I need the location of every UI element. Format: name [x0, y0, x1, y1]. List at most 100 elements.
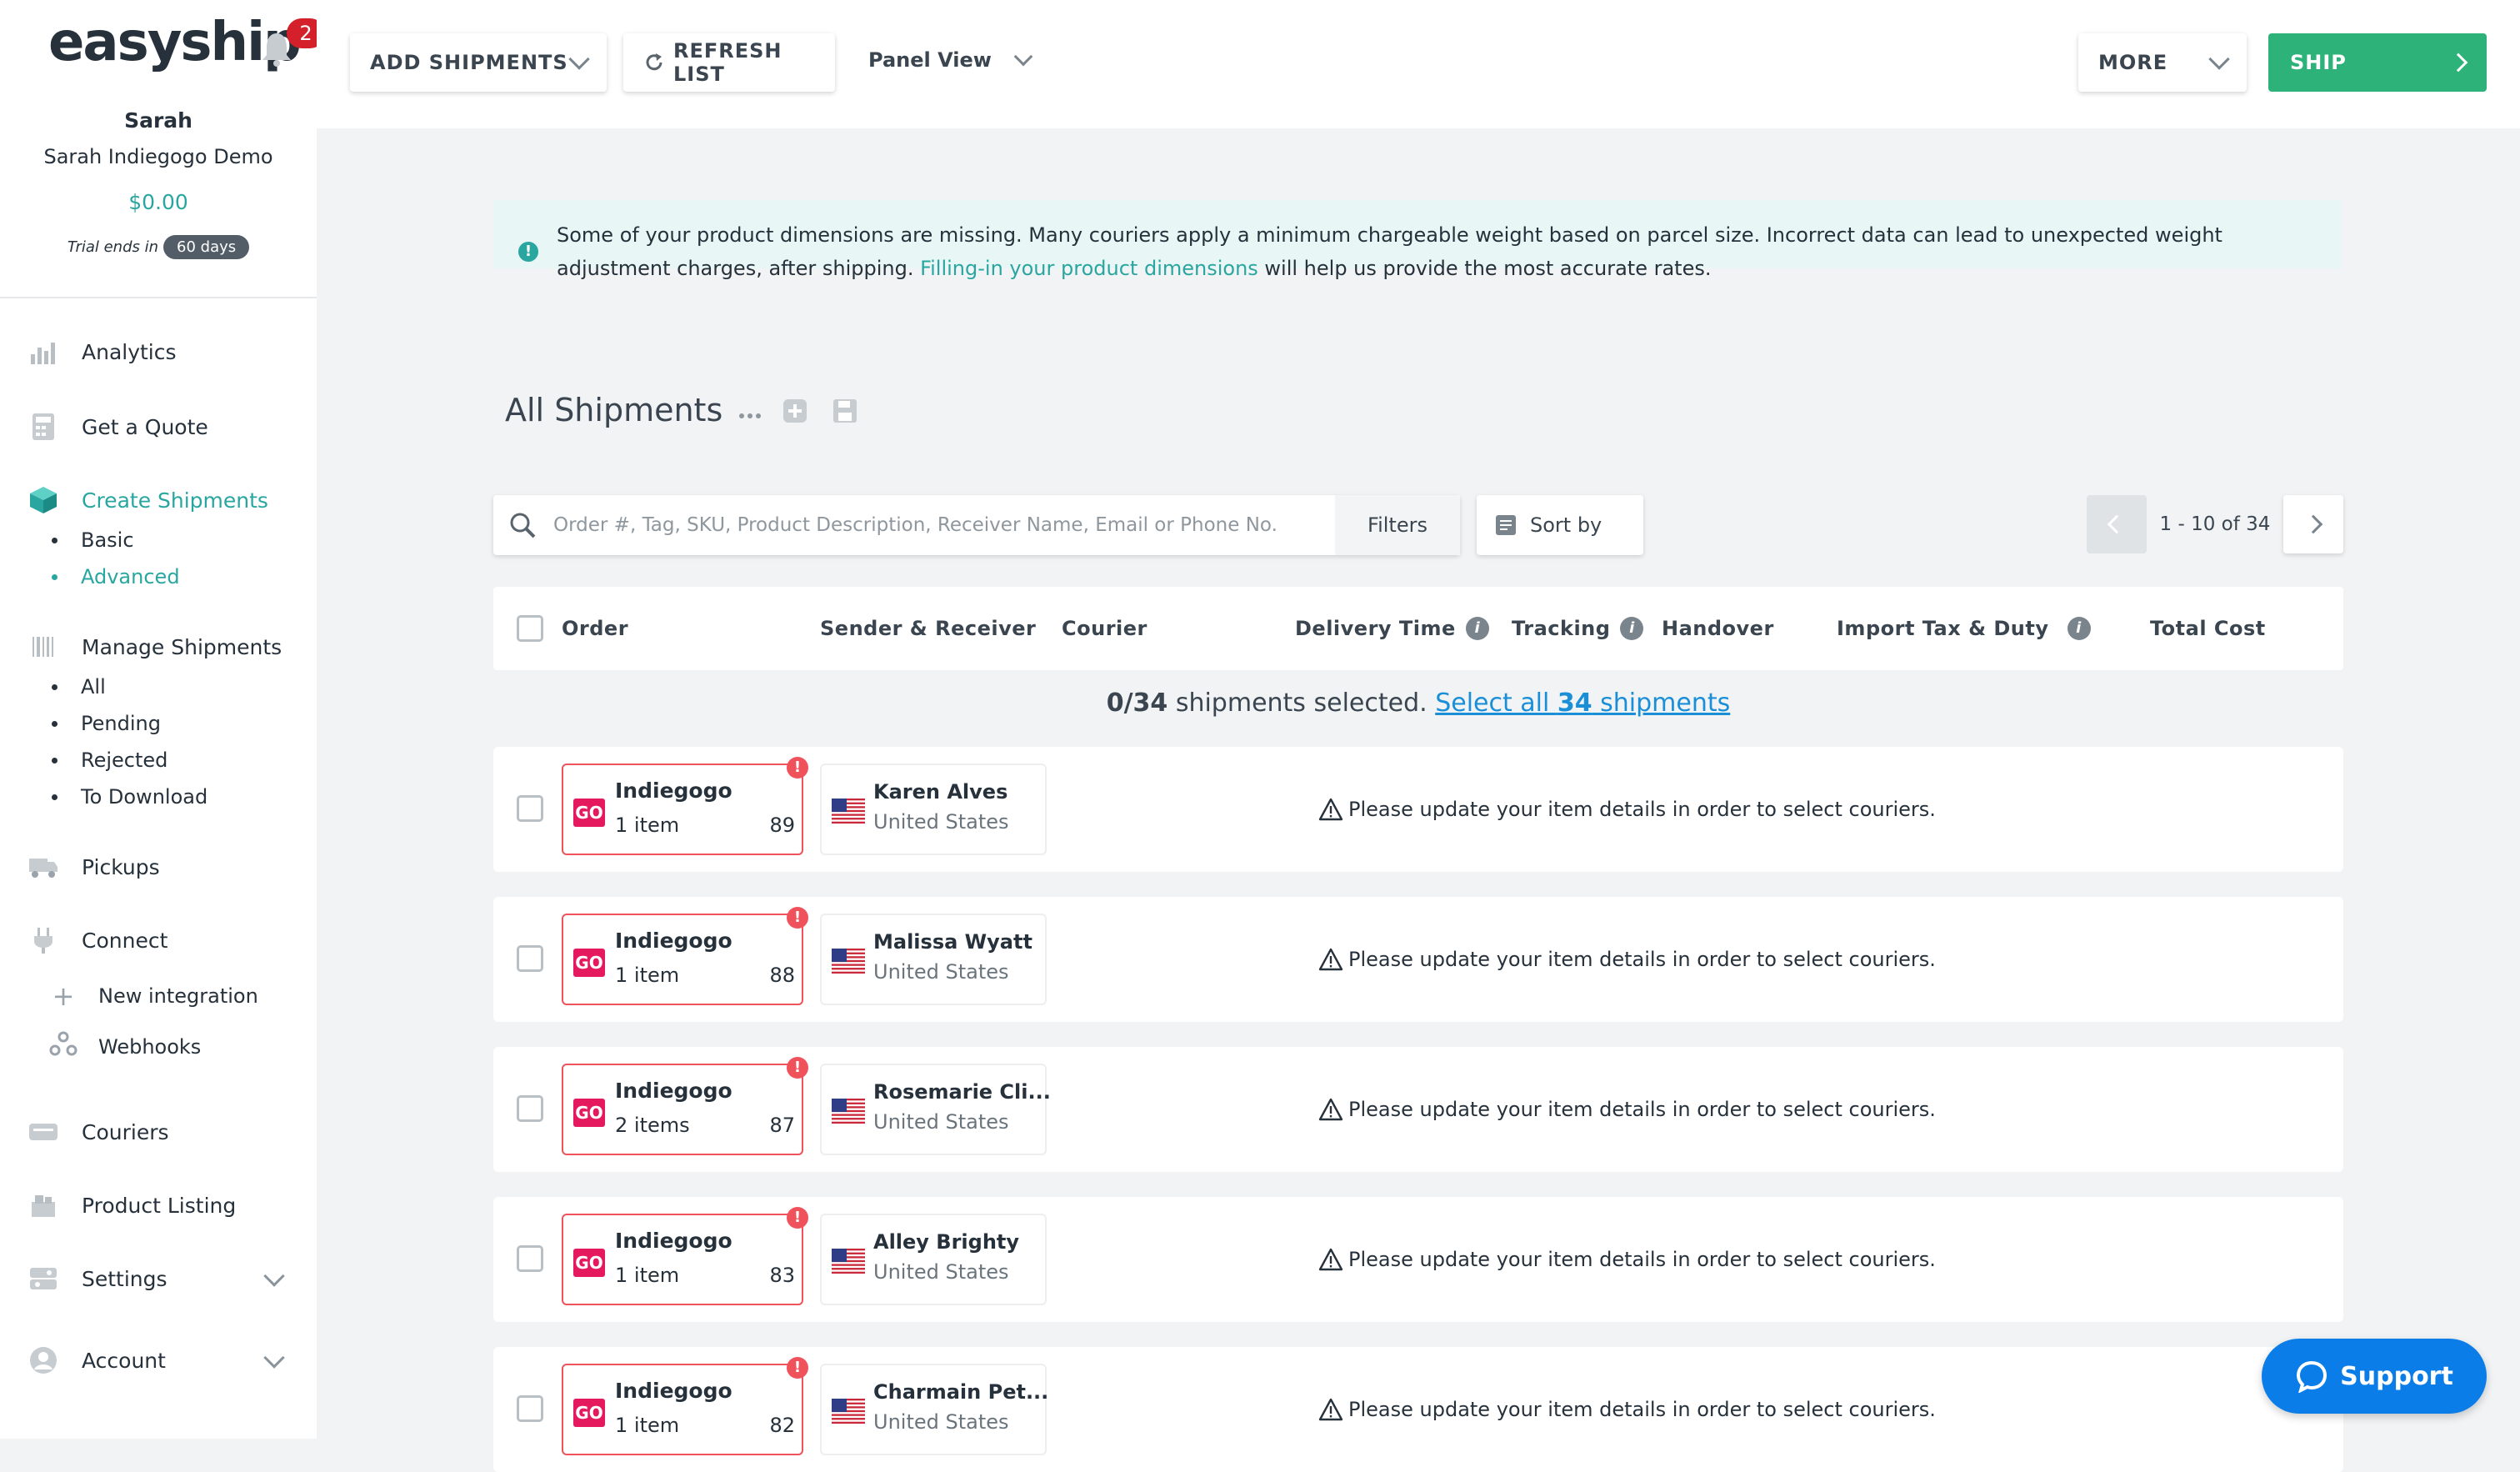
row-checkbox[interactable] [517, 945, 543, 972]
chevron-down-icon [568, 48, 590, 70]
sidebar-subitem-webhooks[interactable]: Webhooks [47, 1030, 201, 1064]
trial-notice: Trial ends in 60 days [0, 235, 317, 259]
sidebar-item-analytics[interactable]: Analytics [28, 333, 177, 370]
ship-button[interactable]: SHIP [2268, 33, 2487, 92]
shipment-row[interactable]: GO Indiegogo 1 item 82! Charmain Pet... Unite… [493, 1347, 2343, 1472]
warning-icon[interactable]: ! [787, 757, 808, 779]
info-icon[interactable]: i [1620, 617, 1644, 640]
column-delivery-time[interactable]: Delivery Time i [1295, 587, 1489, 670]
sidebar-subitem-new-integration[interactable]: + New integration [47, 980, 258, 1012]
shipment-row[interactable]: GO Indiegogo 1 item 83! Alley Brighty United … [493, 1197, 2343, 1322]
warning-icon[interactable]: ! [787, 1057, 808, 1079]
sidebar-item-connect[interactable]: Connect [28, 922, 168, 959]
row-checkbox[interactable] [517, 1095, 543, 1122]
row-checkbox[interactable] [517, 795, 543, 822]
sidebar-divider [0, 297, 317, 298]
row-checkbox[interactable] [517, 1245, 543, 1272]
sidebar-item-pickups[interactable]: Pickups [28, 849, 160, 885]
receiver-card[interactable]: Malissa Wyatt United States [820, 914, 1047, 1005]
info-icon[interactable]: i [1465, 617, 1489, 640]
receiver-card[interactable]: Alley Brighty United States [820, 1214, 1047, 1305]
order-card[interactable]: GO Indiegogo 1 item 89! [562, 757, 808, 855]
sidebar-item-couriers[interactable]: Couriers [28, 1114, 169, 1150]
select-all-suffix: shipments [1592, 688, 1731, 718]
row-checkbox[interactable] [517, 1395, 543, 1422]
more-button[interactable]: MORE [2078, 33, 2247, 92]
pagination-info: 1 - 10 of 34 [2159, 513, 2271, 535]
order-number: 87 [769, 1114, 795, 1137]
sidebar-item-get-quote[interactable]: Get a Quote [28, 408, 208, 445]
account-balance[interactable]: $0.00 [0, 190, 317, 214]
trial-days-badge: 60 days [163, 235, 250, 259]
sidebar-item-settings[interactable]: Settings [28, 1260, 303, 1297]
sidebar-subitem-advanced[interactable]: Advanced [52, 565, 180, 588]
refresh-list-button[interactable]: REFRESH LIST [623, 33, 835, 92]
item-count: 1 item [615, 1264, 680, 1287]
add-view-icon[interactable] [782, 398, 808, 425]
account-icon [28, 1345, 58, 1375]
warning-icon[interactable]: ! [787, 1207, 808, 1229]
warning-icon[interactable]: ! [787, 1357, 808, 1379]
shipment-row[interactable]: GO Indiegogo 2 items 87! Rosemarie Cli... Uni… [493, 1047, 2343, 1172]
column-order[interactable]: Order [562, 587, 628, 670]
previous-page-button[interactable] [2087, 495, 2147, 553]
more-options-icon[interactable] [737, 398, 763, 425]
order-card[interactable]: GO Indiegogo 1 item 82! [562, 1357, 808, 1455]
courier-message-text: Please update your item details in order… [1348, 1398, 1936, 1421]
calculator-icon [28, 412, 58, 442]
shipment-row[interactable]: GO Indiegogo 1 item 88! Malissa Wyatt United … [493, 897, 2343, 1022]
select-all-link[interactable]: Select all 34 shipments [1435, 688, 1730, 718]
us-flag-icon [832, 1249, 865, 1274]
panel-view-dropdown[interactable]: Panel View [868, 47, 1033, 72]
product-icon [28, 1190, 58, 1220]
column-sender-receiver[interactable]: Sender & Receiver [820, 587, 1036, 670]
item-count: 1 item [615, 964, 680, 987]
sidebar-item-account[interactable]: Account [28, 1342, 303, 1379]
next-page-button[interactable] [2283, 495, 2343, 553]
shipment-row[interactable]: GO Indiegogo 1 item 89! Karen Alves United St… [493, 747, 2343, 872]
column-courier[interactable]: Courier [1062, 587, 1148, 670]
receiver-card[interactable]: Rosemarie Cli... United States [820, 1064, 1051, 1155]
courier-message: Please update your item details in order… [1318, 1197, 1936, 1322]
order-card[interactable]: GO Indiegogo 1 item 83! [562, 1207, 808, 1305]
top-toolbar: ADD SHIPMENTS REFRESH LIST Panel View MO… [317, 0, 2520, 128]
sidebar-subitem-rejected[interactable]: Rejected [52, 749, 168, 772]
column-tracking[interactable]: Tracking i [1512, 587, 1644, 670]
order-card[interactable]: GO Indiegogo 1 item 88! [562, 907, 808, 1005]
filters-button[interactable]: Filters [1335, 495, 1460, 555]
sidebar-item-product-listing[interactable]: Product Listing [28, 1187, 236, 1224]
barcode-icon [28, 632, 58, 662]
select-all-count: 34 [1557, 688, 1592, 718]
plus-icon: + [52, 980, 75, 1012]
info-icon[interactable]: i [2067, 617, 2091, 640]
warning-triangle-icon [1318, 1098, 1348, 1121]
select-all-checkbox-cell [517, 587, 543, 670]
sidebar-item-label: Settings [82, 1266, 168, 1291]
sort-by-button[interactable]: Sort by [1477, 495, 1643, 555]
add-shipments-button[interactable]: ADD SHIPMENTS [350, 33, 607, 92]
column-import-tax[interactable]: Import Tax & Duty i [1837, 587, 2091, 670]
receiver-country: United States [873, 1410, 1009, 1434]
receiver-card[interactable]: Charmain Pet... United States [820, 1364, 1048, 1455]
receiver-card[interactable]: Karen Alves United States [820, 764, 1047, 855]
save-icon[interactable] [832, 398, 858, 425]
warning-icon[interactable]: ! [787, 907, 808, 929]
order-card[interactable]: GO Indiegogo 2 items 87! [562, 1057, 808, 1155]
search-input[interactable] [552, 513, 1302, 537]
sidebar-subitem-basic[interactable]: Basic [52, 528, 134, 552]
sidebar-item-create-shipments[interactable]: Create Shipments [28, 482, 268, 518]
sidebar-item-manage-shipments[interactable]: Manage Shipments [28, 628, 282, 665]
column-total-cost[interactable]: Total Cost [2150, 587, 2266, 670]
warning-triangle-icon [1318, 948, 1348, 971]
support-button[interactable]: Support [2262, 1339, 2487, 1414]
sidebar-item-label: Account [82, 1348, 166, 1373]
item-count: 1 item [615, 1414, 680, 1437]
product-dimensions-link[interactable]: Filling-in your product dimensions [920, 257, 1258, 280]
support-label: Support [2340, 1361, 2453, 1391]
selection-summary: 0/34 shipments selected. Select all 34 s… [0, 688, 2520, 718]
sidebar-item-label: Manage Shipments [82, 634, 282, 659]
us-flag-icon [832, 1099, 865, 1124]
column-handover[interactable]: Handover [1662, 587, 1774, 670]
select-all-checkbox[interactable] [517, 615, 543, 642]
sidebar-subitem-to-download[interactable]: To Download [52, 785, 208, 809]
